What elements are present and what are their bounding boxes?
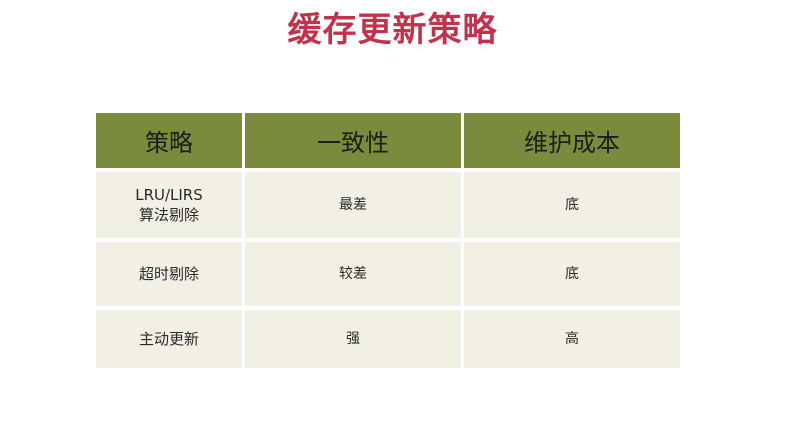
header-strategy: 策略 <box>96 113 242 168</box>
cell-cost: 高 <box>464 310 680 368</box>
slide-title: 缓存更新策略 <box>287 10 498 50</box>
header-consistency: 一致性 <box>245 113 461 168</box>
cell-strategy: LRU/LIRS 算法剔除 <box>96 172 242 238</box>
cell-strategy: 超时剔除 <box>96 242 242 306</box>
table-row: LRU/LIRS 算法剔除 最差 底 <box>96 172 680 238</box>
cell-consistency: 强 <box>245 310 461 368</box>
cell-cost: 底 <box>464 242 680 306</box>
table-row: 主动更新 强 高 <box>96 310 680 368</box>
cell-consistency: 较差 <box>245 242 461 306</box>
cell-consistency: 最差 <box>245 172 461 238</box>
table-row: 超时剔除 较差 底 <box>96 242 680 306</box>
strategy-table: 策略 一致性 维护成本 LRU/LIRS 算法剔除 最差 底 超时剔除 较差 底… <box>96 113 680 372</box>
table-header-row: 策略 一致性 维护成本 <box>96 113 680 168</box>
strategy-line: LRU/LIRS <box>135 186 203 204</box>
cell-cost: 底 <box>464 172 680 238</box>
cell-strategy: 主动更新 <box>96 310 242 368</box>
header-cost: 维护成本 <box>464 113 680 168</box>
strategy-line: 算法剔除 <box>138 206 199 224</box>
